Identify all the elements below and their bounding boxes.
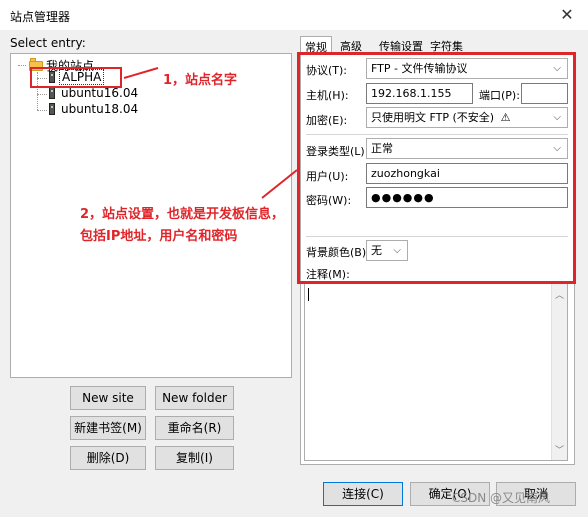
annotation-two-line2: 包括IP地址，用户名和密码	[80, 229, 238, 244]
annotation-arrow-1	[123, 67, 159, 79]
annotation-one: 1，站点名字	[163, 73, 238, 88]
watermark: CSDN @又见南风	[452, 491, 551, 505]
annotation-two-line1: 2，站点设置，也就是开发板信息，	[80, 207, 285, 222]
annotation-arrow-2	[261, 169, 298, 199]
annotation-arrows	[123, 67, 298, 199]
